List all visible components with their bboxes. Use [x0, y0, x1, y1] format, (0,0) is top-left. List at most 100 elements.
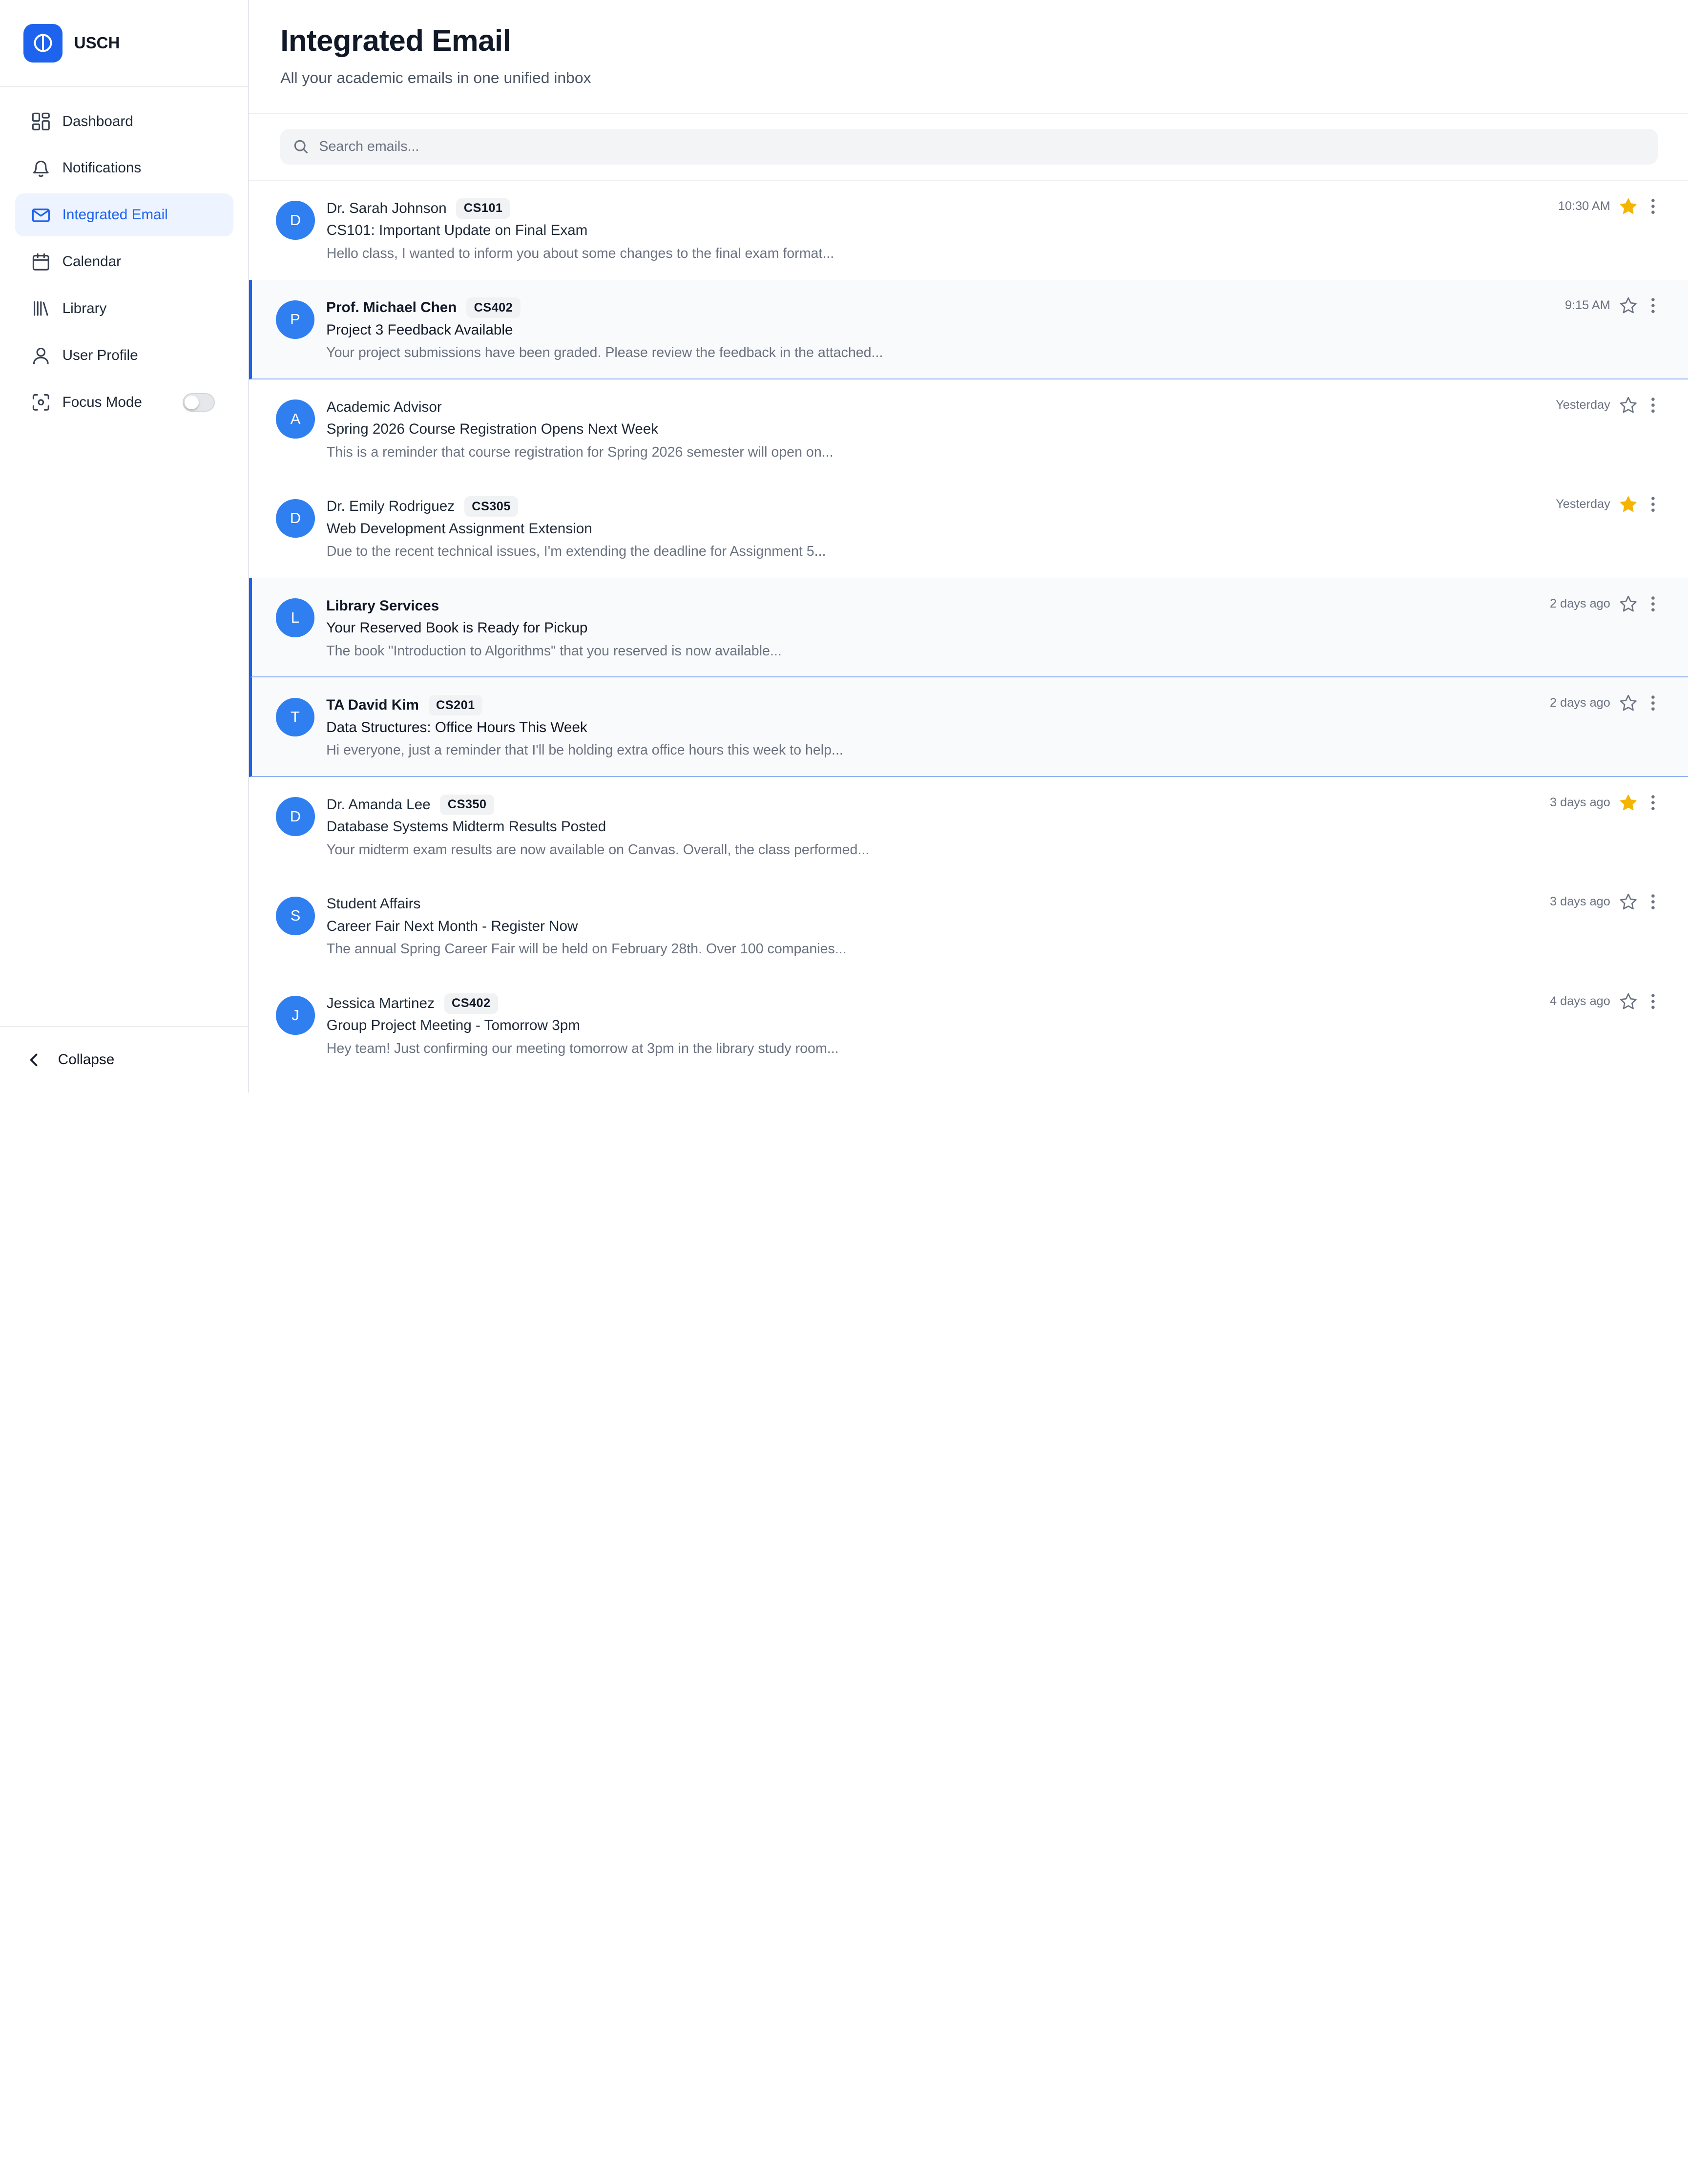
- collapse-button[interactable]: Collapse: [0, 1026, 249, 1092]
- email-sender: Jessica Martinez: [326, 995, 435, 1011]
- more-options-icon[interactable]: [1646, 693, 1661, 714]
- email-row[interactable]: T TA David Kim CS201 Data Structures: Offic…: [249, 677, 1688, 777]
- focus-mode-toggle[interactable]: [183, 393, 215, 412]
- page-header: Integrated Email All your academic email…: [249, 0, 1688, 114]
- email-meta: 2 days ago: [1550, 693, 1661, 714]
- more-options-icon[interactable]: [1646, 891, 1661, 913]
- email-time: 9:15 AM: [1565, 298, 1610, 313]
- star-outline-icon[interactable]: [1618, 990, 1639, 1012]
- more-options-icon[interactable]: [1646, 593, 1661, 614]
- email-preview: Hey team! Just confirming our meeting to…: [326, 1040, 839, 1056]
- email-row[interactable]: D Dr. Amanda Lee CS350 Database Systems Mid…: [249, 777, 1688, 877]
- star-outline-icon[interactable]: [1618, 891, 1639, 913]
- email-subject: Group Project Meeting - Tomorrow 3pm: [326, 1017, 580, 1034]
- library-icon: [31, 299, 51, 318]
- email-sender: Prof. Michael Chen: [326, 299, 457, 316]
- chevron-left-icon: [28, 1052, 41, 1068]
- more-options-icon[interactable]: [1646, 792, 1661, 813]
- email-list: D Dr. Sarah Johnson CS101 CS101: Important …: [249, 181, 1688, 1093]
- email-header: Dr. Sarah Johnson CS101: [327, 198, 1688, 219]
- sidebar-item-library[interactable]: Library: [15, 287, 233, 330]
- email-time: Yesterday: [1556, 398, 1610, 412]
- email-body: Prof. Michael Chen CS402 Project 3 Feedbac…: [326, 297, 1688, 378]
- sidebar-item-user-profile[interactable]: User Profile: [15, 334, 233, 377]
- sender-avatar: D: [276, 797, 315, 836]
- email-row[interactable]: S Student Affairs Career Fair Next Month -…: [249, 876, 1688, 976]
- email-row[interactable]: D Dr. Emily Rodriguez CS305 Web Development…: [249, 479, 1688, 578]
- more-options-icon[interactable]: [1646, 990, 1661, 1012]
- email-sender: Dr. Emily Rodriguez: [326, 498, 455, 515]
- search-icon: [293, 139, 309, 154]
- brand[interactable]: USCH: [0, 0, 249, 87]
- main-content: Integrated Email All your academic email…: [249, 0, 1688, 1092]
- email-preview: Hello class, I wanted to inform you abou…: [326, 245, 834, 261]
- email-meta: 2 days ago: [1550, 593, 1661, 614]
- email-header: Academic Advisor: [327, 397, 1688, 418]
- email-row[interactable]: A Academic Advisor Spring 2026 Course Regi…: [249, 379, 1688, 479]
- toggle-knob: [185, 395, 199, 410]
- sidebar-item-label: Focus Mode: [62, 394, 142, 411]
- sidebar-item-calendar[interactable]: Calendar: [15, 240, 233, 283]
- email-preview: Hi everyone, just a reminder that I'll b…: [326, 742, 843, 758]
- email-sender: TA David Kim: [326, 697, 419, 714]
- email-preview: Your project submissions have been grade…: [326, 345, 883, 361]
- sidebar-item-integrated-email[interactable]: Integrated Email: [15, 193, 233, 237]
- email-body: TA David Kim CS201 Data Structures: Office…: [326, 694, 1688, 776]
- email-row[interactable]: P Prof. Michael Chen CS402 Project 3 Feedba…: [249, 280, 1688, 379]
- bell-icon: [31, 159, 51, 178]
- email-header: TA David Kim CS201: [326, 694, 1688, 716]
- email-row[interactable]: D Dr. Sarah Johnson CS101 CS101: Important …: [249, 181, 1688, 280]
- user-icon: [31, 346, 51, 365]
- star-outline-icon[interactable]: [1618, 394, 1639, 416]
- sender-avatar: S: [276, 896, 315, 936]
- email-body: Jessica Martinez CS402 Group Project Meeti…: [327, 993, 1688, 1074]
- email-meta: 3 days ago: [1550, 891, 1661, 913]
- email-sender: Dr. Amanda Lee: [326, 796, 431, 813]
- email-sender: Dr. Sarah Johnson: [326, 200, 447, 216]
- email-body: Academic Advisor Spring 2026 Course Regis…: [327, 397, 1688, 478]
- email-header: Student Affairs: [327, 893, 1688, 915]
- email-header: Jessica Martinez CS402: [327, 993, 1688, 1014]
- mail-icon: [31, 206, 51, 225]
- star-outline-icon[interactable]: [1618, 295, 1639, 316]
- sidebar-item-notifications[interactable]: Notifications: [15, 147, 233, 189]
- calendar-icon: [31, 252, 51, 272]
- email-time: 3 days ago: [1550, 795, 1610, 809]
- email-subject: Career Fair Next Month - Register Now: [326, 918, 578, 934]
- sender-avatar: T: [275, 697, 314, 737]
- sidebar-item-focus-mode[interactable]: Focus Mode: [15, 381, 233, 424]
- course-badge: CS402: [466, 297, 521, 318]
- star-outline-icon[interactable]: [1618, 693, 1639, 714]
- page-subtitle: All your academic emails in one unified …: [280, 69, 591, 87]
- email-body: Dr. Emily Rodriguez CS305 Web Development …: [327, 496, 1688, 577]
- email-body: Student Affairs Career Fair Next Month - …: [327, 893, 1688, 974]
- focus-icon: [31, 393, 51, 412]
- more-options-icon[interactable]: [1646, 195, 1661, 217]
- search-box[interactable]: [280, 128, 1658, 165]
- email-header: Prof. Michael Chen CS402: [326, 297, 1688, 318]
- brand-logo-icon: [23, 23, 63, 63]
- email-preview: Your midterm exam results are now availa…: [326, 841, 870, 858]
- email-row[interactable]: L Library Services Your Reserved Book is R…: [249, 578, 1688, 678]
- email-meta: 4 days ago: [1550, 990, 1661, 1012]
- more-options-icon[interactable]: [1646, 394, 1661, 416]
- sidebar-item-label: Integrated Email: [62, 207, 168, 223]
- email-meta: 10:30 AM: [1558, 195, 1661, 217]
- email-row[interactable]: J Jessica Martinez CS402 Group Project Meet…: [249, 976, 1688, 1075]
- star-outline-icon[interactable]: [1618, 593, 1639, 614]
- sidebar-item-label: Notifications: [62, 160, 142, 176]
- course-badge: CS101: [456, 198, 510, 219]
- email-subject: Project 3 Feedback Available: [326, 321, 513, 338]
- star-filled-icon[interactable]: [1618, 195, 1639, 217]
- email-preview: The annual Spring Career Fair will be he…: [326, 941, 847, 957]
- email-body: Dr. Amanda Lee CS350 Database Systems Midt…: [327, 794, 1688, 875]
- more-options-icon[interactable]: [1646, 295, 1661, 316]
- search-input[interactable]: [319, 138, 1645, 155]
- star-filled-icon[interactable]: [1618, 494, 1639, 515]
- sender-avatar: P: [275, 300, 314, 339]
- more-options-icon[interactable]: [1646, 494, 1661, 515]
- star-filled-icon[interactable]: [1618, 792, 1639, 813]
- sidebar: USCH Dashboard Notifications Integrated …: [0, 0, 250, 1093]
- sidebar-item-dashboard[interactable]: Dashboard: [15, 100, 233, 143]
- email-time: 3 days ago: [1550, 895, 1610, 909]
